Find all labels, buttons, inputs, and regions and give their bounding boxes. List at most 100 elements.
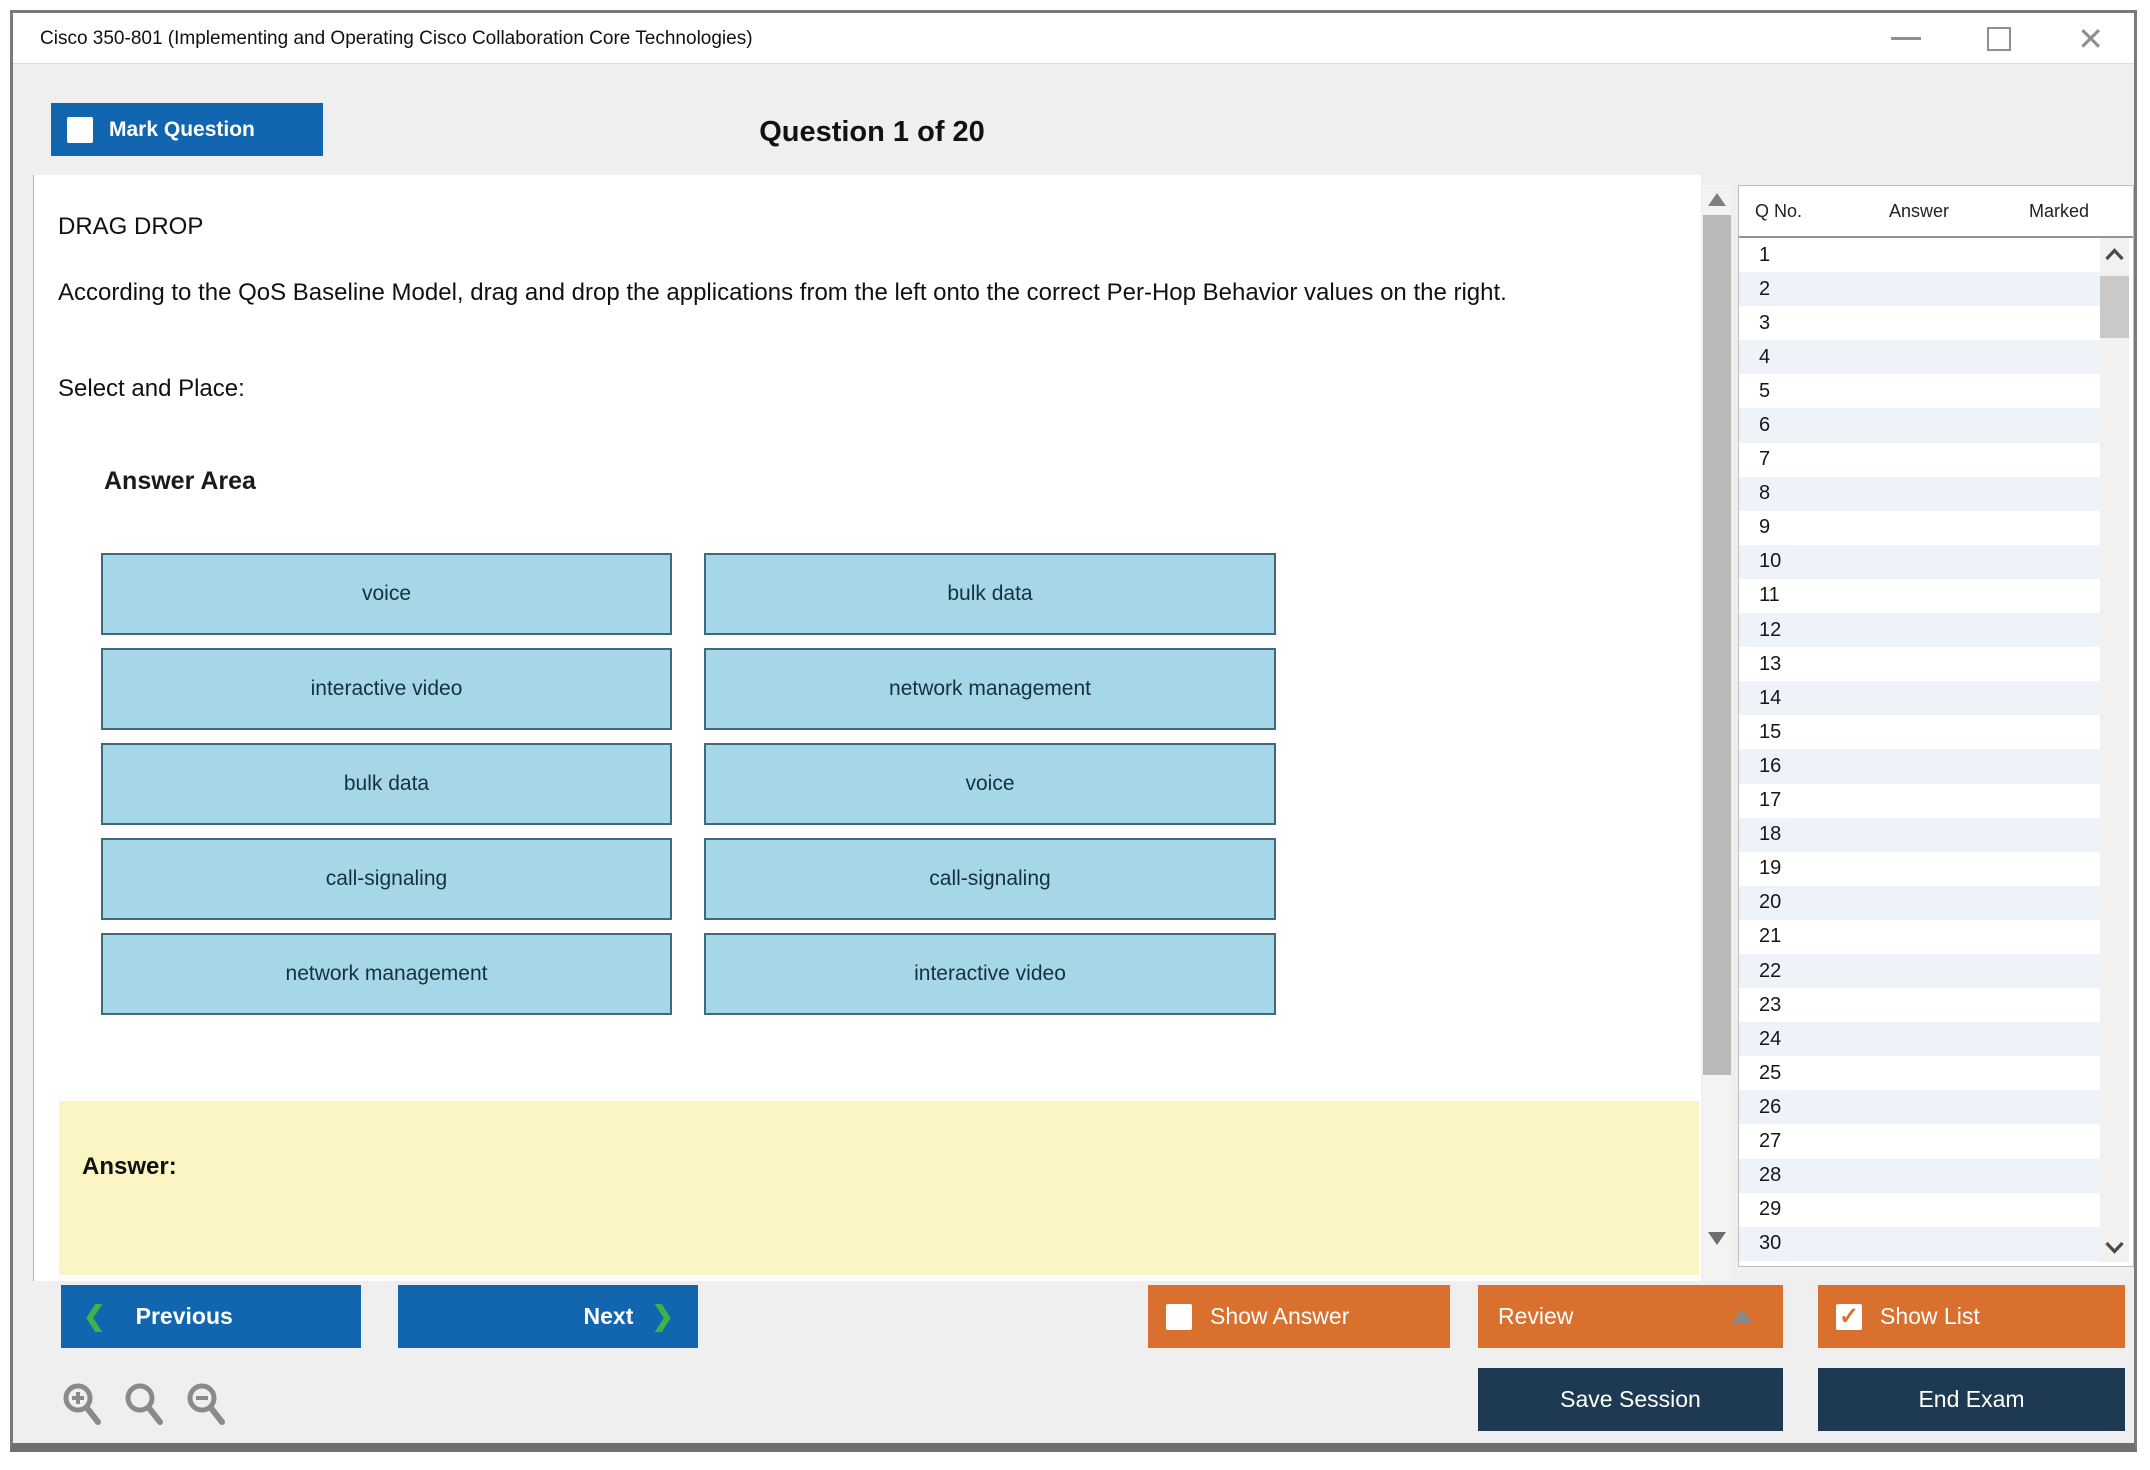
list-scroll-up-icon[interactable] [2104, 248, 2125, 261]
question-list-row[interactable]: 18 [1739, 818, 2101, 852]
question-list-row[interactable]: 11 [1739, 579, 2101, 613]
drag-item-call-signaling[interactable]: call-signaling [101, 838, 672, 920]
drag-item-bulk-data[interactable]: bulk data [704, 553, 1276, 635]
question-number: 2 [1759, 278, 1770, 301]
question-number: 17 [1759, 789, 1781, 812]
show-answer-label: Show Answer [1210, 1303, 1349, 1330]
title-bar: Cisco 350-801 (Implementing and Operatin… [13, 13, 2134, 64]
window-title: Cisco 350-801 (Implementing and Operatin… [40, 13, 753, 64]
question-list-row[interactable]: 25 [1739, 1056, 2101, 1090]
question-list-row[interactable]: 21 [1739, 920, 2101, 954]
question-number: 5 [1759, 380, 1770, 403]
exam-simulator-screen: Cisco 350-801 (Implementing and Operatin… [0, 0, 2150, 1470]
question-list-scrollbar[interactable] [2100, 238, 2129, 1262]
question-list-row[interactable]: 22 [1739, 954, 2101, 988]
drag-item-voice[interactable]: voice [101, 553, 672, 635]
question-list-row[interactable]: 10 [1739, 545, 2101, 579]
question-number: 21 [1759, 925, 1781, 948]
minimize-icon[interactable] [1891, 37, 1921, 40]
question-number: 3 [1759, 312, 1770, 335]
close-icon[interactable]: ✕ [2077, 27, 2104, 51]
question-list-row[interactable]: 6 [1739, 408, 2101, 442]
content-scrollbar[interactable] [1703, 185, 1731, 1281]
previous-label: Previous [136, 1303, 233, 1330]
previous-button[interactable]: ❮ Previous [61, 1285, 361, 1348]
zoom-in-icon[interactable] [59, 1381, 107, 1429]
question-number: 28 [1759, 1164, 1781, 1187]
chevron-left-icon: ❮ [83, 1301, 106, 1332]
question-counter: Question 1 of 20 [43, 116, 1701, 149]
question-list-row[interactable]: 29 [1739, 1193, 2101, 1227]
question-list-row[interactable]: 1 [1739, 238, 2101, 272]
maximize-icon[interactable] [1987, 27, 2011, 51]
question-list-row[interactable]: 14 [1739, 681, 2101, 715]
question-list-row[interactable]: 16 [1739, 749, 2101, 783]
question-number: 1 [1759, 244, 1770, 267]
save-session-button[interactable]: Save Session [1478, 1368, 1783, 1431]
question-list-row[interactable]: 28 [1739, 1159, 2101, 1193]
question-number: 30 [1759, 1232, 1781, 1255]
question-number: 22 [1759, 960, 1781, 983]
end-exam-button[interactable]: End Exam [1818, 1368, 2125, 1431]
question-list-row[interactable]: 13 [1739, 647, 2101, 681]
question-number: 18 [1759, 823, 1781, 846]
list-scroll-down-icon[interactable] [2104, 1241, 2125, 1254]
show-list-checkbox[interactable]: ✓ [1836, 1304, 1862, 1330]
question-list-row[interactable]: 24 [1739, 1022, 2101, 1056]
question-list-rows: 1234567891011121314151617181920212223242… [1739, 238, 2101, 1262]
show-answer-checkbox[interactable] [1166, 1304, 1192, 1330]
question-number: 23 [1759, 994, 1781, 1017]
chevron-right-icon: ❯ [651, 1301, 674, 1332]
question-list-row[interactable]: 26 [1739, 1090, 2101, 1124]
question-list-row[interactable]: 9 [1739, 511, 2101, 545]
drag-item-call-signaling[interactable]: call-signaling [704, 838, 1276, 920]
question-list-row[interactable]: 7 [1739, 443, 2101, 477]
scroll-up-icon[interactable] [1708, 193, 1726, 206]
question-prompt: According to the QoS Baseline Model, dra… [58, 275, 1683, 310]
zoom-reset-icon[interactable] [121, 1381, 169, 1429]
drag-item-bulk-data[interactable]: bulk data [101, 743, 672, 825]
scroll-down-icon[interactable] [1708, 1232, 1726, 1245]
triangle-up-icon [1731, 1309, 1753, 1324]
drag-item-network-management[interactable]: network management [704, 648, 1276, 730]
question-list-row[interactable]: 3 [1739, 306, 2101, 340]
answer-panel: Answer: [59, 1101, 1699, 1275]
zoom-out-icon[interactable] [183, 1381, 231, 1429]
review-button[interactable]: Review [1478, 1285, 1783, 1348]
question-list-row[interactable]: 15 [1739, 715, 2101, 749]
question-list-row[interactable]: 5 [1739, 374, 2101, 408]
question-list-row[interactable]: 27 [1739, 1124, 2101, 1158]
drag-item-network-management[interactable]: network management [101, 933, 672, 1015]
drag-item-voice[interactable]: voice [704, 743, 1276, 825]
question-list-row[interactable]: 12 [1739, 613, 2101, 647]
question-list-row[interactable]: 20 [1739, 886, 2101, 920]
drag-item-interactive-video[interactable]: interactive video [704, 933, 1276, 1015]
question-number: 15 [1759, 721, 1781, 744]
question-list-row[interactable]: 23 [1739, 988, 2101, 1022]
question-list-row[interactable]: 4 [1739, 340, 2101, 374]
save-session-label: Save Session [1560, 1386, 1701, 1413]
question-list-row[interactable]: 2 [1739, 272, 2101, 306]
show-list-button[interactable]: ✓ Show List [1818, 1285, 2125, 1348]
question-number: 8 [1759, 482, 1770, 505]
list-scrollbar-thumb[interactable] [2100, 276, 2129, 338]
question-number: 10 [1759, 550, 1781, 573]
question-number: 12 [1759, 619, 1781, 642]
answer-label: Answer: [82, 1153, 177, 1181]
question-list-row[interactable]: 17 [1739, 784, 2101, 818]
end-exam-label: End Exam [1918, 1386, 2024, 1413]
question-list-row[interactable]: 8 [1739, 477, 2101, 511]
drag-item-interactive-video[interactable]: interactive video [101, 648, 672, 730]
question-list-row[interactable]: 19 [1739, 852, 2101, 886]
question-number: 7 [1759, 448, 1770, 471]
question-number: 26 [1759, 1096, 1781, 1119]
show-answer-button[interactable]: Show Answer [1148, 1285, 1450, 1348]
drag-items-right-column: bulk data network management voice call-sig… [704, 553, 1276, 1015]
scrollbar-thumb[interactable] [1703, 215, 1731, 1075]
zoom-toolbar [59, 1381, 231, 1429]
question-number: 9 [1759, 516, 1770, 539]
drag-items-left-column: voice interactive video bulk data call-sign… [101, 553, 672, 1015]
question-number: 25 [1759, 1062, 1781, 1085]
next-button[interactable]: Next ❯ [398, 1285, 698, 1348]
question-list-row[interactable]: 30 [1739, 1227, 2101, 1261]
